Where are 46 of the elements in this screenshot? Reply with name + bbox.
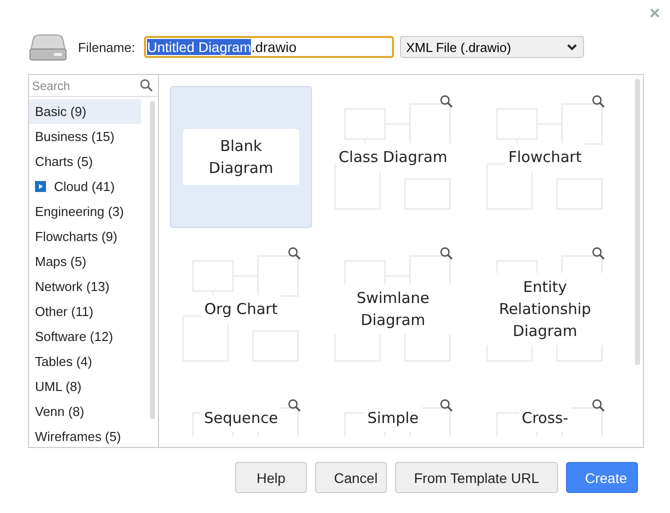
category-item[interactable]: Business (15): [29, 124, 141, 149]
category-item[interactable]: Maps (5): [29, 249, 141, 274]
template-tile[interactable]: Class Diagram: [322, 86, 464, 228]
template-title: Entity Relationship Diagram: [486, 273, 604, 345]
zoom-icon[interactable]: [592, 399, 605, 412]
filename-field[interactable]: Untitled Diagram.drawio: [144, 36, 394, 58]
create-button[interactable]: Create: [566, 462, 638, 493]
zoom-icon[interactable]: [440, 95, 453, 108]
template-title: Class Diagram: [336, 143, 450, 171]
zoom-icon[interactable]: [592, 95, 605, 108]
zoom-icon[interactable]: [288, 247, 301, 260]
dialog-button[interactable]: Help: [234, 462, 307, 493]
scrollbar[interactable]: [150, 101, 155, 419]
template-tile[interactable]: Flowchart: [474, 86, 616, 228]
category-item[interactable]: UML (8): [29, 374, 141, 399]
zoom-icon[interactable]: [592, 247, 605, 260]
category-item[interactable]: Tables (4): [29, 349, 141, 374]
template-title: Org Chart: [201, 295, 281, 323]
hard-drive-icon: [29, 32, 67, 62]
template-tile[interactable]: Entity Relationship Diagram: [474, 238, 616, 380]
template-title: Flowchart: [505, 143, 585, 171]
template-title: Swimlane Diagram: [334, 284, 452, 334]
chevron-icon: [566, 43, 578, 51]
dialog-button[interactable]: From Template URL: [394, 462, 558, 493]
category-item[interactable]: Software (12): [29, 324, 141, 349]
category-item[interactable]: Charts (5): [29, 149, 141, 174]
template-tile[interactable]: Org Chart: [170, 238, 312, 380]
zoom-icon[interactable]: [440, 399, 453, 412]
template-tile[interactable]: Swimlane Diagram: [322, 238, 464, 380]
category-item[interactable]: Flowcharts (9): [29, 224, 141, 249]
category-item[interactable]: Engineering (3): [29, 199, 141, 224]
category-item[interactable]: Venn (8): [29, 399, 141, 424]
category-item[interactable]: Basic (9): [29, 99, 141, 124]
template-tile[interactable]: Blank Diagram: [170, 86, 312, 228]
category-item[interactable]: Wireframes (5): [29, 424, 141, 449]
filename-label: Filename:: [78, 40, 136, 54]
zoom-icon[interactable]: [440, 247, 453, 260]
scrollbar[interactable]: [635, 79, 640, 365]
zoom-icon[interactable]: [288, 399, 301, 412]
format-select[interactable]: XML File (.drawio): [400, 36, 584, 58]
search-icon: [140, 79, 153, 92]
template-title: Blank Diagram: [183, 129, 299, 185]
category-item[interactable]: Network (13): [29, 274, 141, 299]
category-item[interactable]: Cloud (41): [29, 174, 141, 199]
dialog-button[interactable]: Cancel: [314, 462, 387, 493]
category-item[interactable]: Other (11): [29, 299, 141, 324]
